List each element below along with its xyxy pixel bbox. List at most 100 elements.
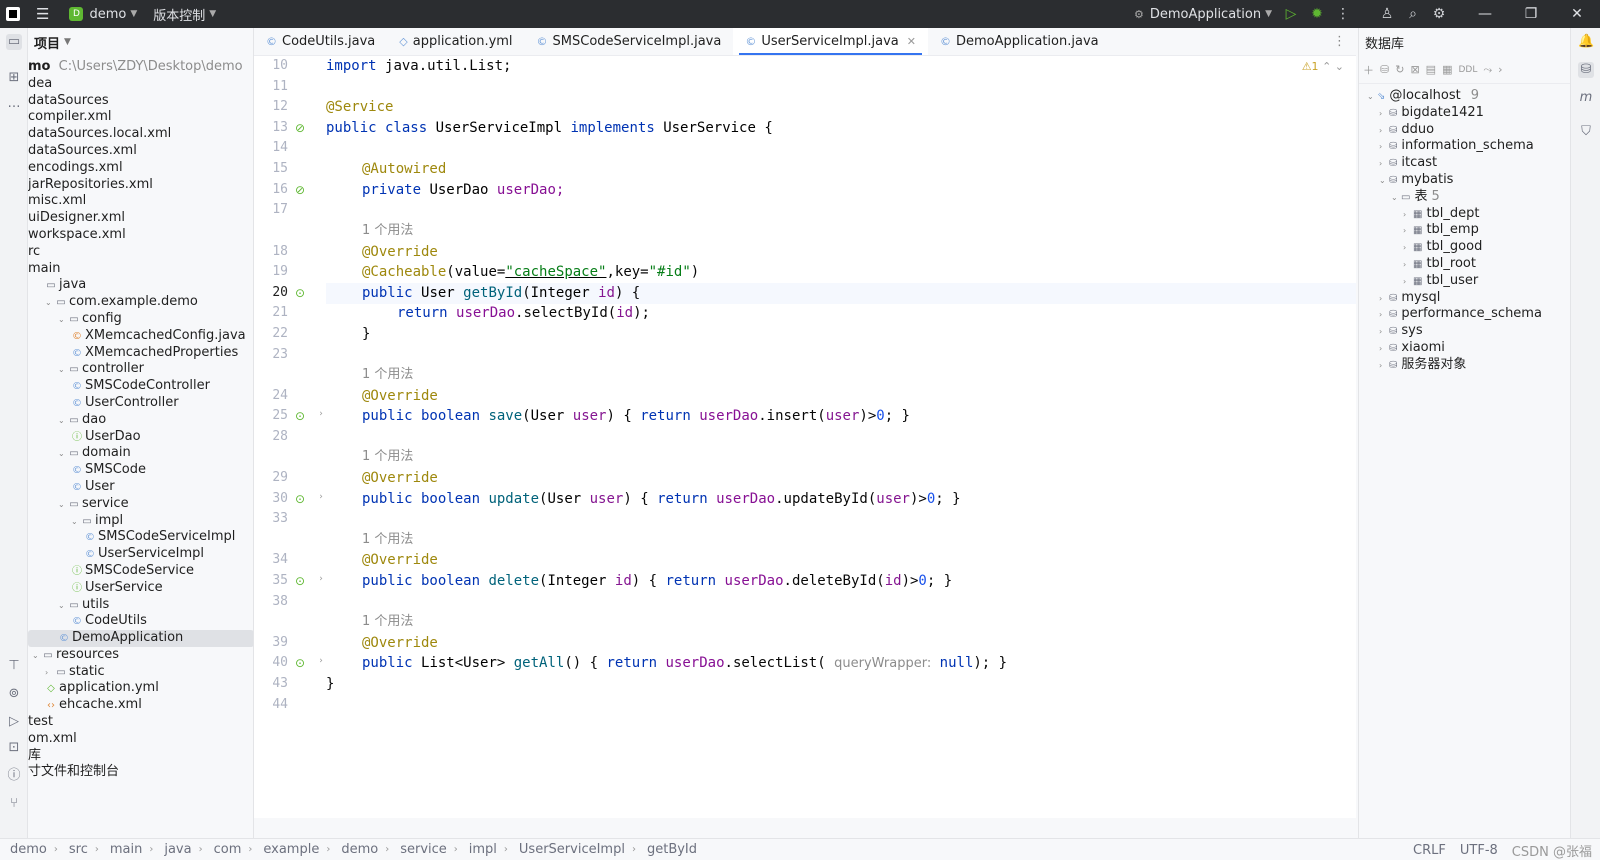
breadcrumb-item[interactable]: getById [647, 842, 697, 857]
db-tables-folder[interactable]: ⌄ ▭ 表 5 [1359, 189, 1571, 206]
vcs-menu[interactable]: 版本控制 ▼ [147, 0, 222, 28]
override-icon[interactable]: ⊙ [292, 655, 308, 671]
db-schema[interactable]: › ⛁ performance_schema [1359, 306, 1571, 323]
tree-item[interactable]: © SMSCode [28, 462, 253, 479]
tree-item[interactable]: main [28, 261, 253, 278]
tree-item[interactable]: compiler.xml [28, 109, 253, 126]
endpoints-icon[interactable]: ⊚ [6, 686, 22, 702]
db-table[interactable]: › ▦ tbl_root [1359, 256, 1571, 273]
db-host[interactable]: ⌄ ⇘ @localhost 9 [1359, 88, 1571, 105]
code-area[interactable]: import java.util.List; @Service public c… [326, 56, 1356, 818]
db-table[interactable]: › ▦ tbl_emp [1359, 222, 1571, 239]
tree-item[interactable]: ◇ application.yml [28, 680, 253, 697]
chevron-right-icon[interactable]: › [1498, 63, 1502, 76]
terminal-icon[interactable]: ⊡ [6, 740, 22, 756]
tree-item[interactable]: © XMemcachedConfig.java [28, 328, 253, 345]
tree-item[interactable]: rc [28, 244, 253, 261]
maven-icon[interactable]: m [1578, 90, 1594, 106]
tree-item[interactable]: misc.xml [28, 193, 253, 210]
chevron-up-icon[interactable]: ⌃ [1322, 60, 1331, 73]
override-icon[interactable]: ⊙ [292, 408, 308, 424]
settings-icon[interactable]: ⚙ [1426, 6, 1452, 22]
usage-hint[interactable]: 1 个用法 [362, 365, 413, 386]
tree-item[interactable]: ▭ java [28, 277, 253, 294]
more-tabs-icon[interactable]: ⋮ [1333, 34, 1346, 49]
tree-item[interactable]: ⓘ SMSCodeService [28, 563, 253, 580]
breadcrumb-item[interactable]: src [69, 842, 88, 857]
override-icon[interactable]: ⊙ [292, 491, 308, 507]
breadcrumb-item[interactable]: com [214, 842, 242, 857]
close-tab-icon[interactable]: ✕ [907, 35, 916, 48]
minimize-button[interactable]: — [1462, 6, 1508, 22]
refresh-icon[interactable]: ↻ [1395, 63, 1404, 76]
chevron-down-icon[interactable]: ⌄ [1335, 60, 1344, 73]
bean-icon[interactable]: ⊘ [292, 120, 308, 136]
breadcrumb-item[interactable]: impl [469, 842, 497, 857]
tree-item[interactable]: ⌄ ▭ dao [28, 412, 253, 429]
project-folder-icon[interactable]: ▭ [6, 34, 22, 50]
inspection-widget[interactable]: ⚠1 ⌃ ⌄ [1302, 60, 1344, 73]
usage-hint[interactable]: 1 个用法 [362, 221, 413, 242]
tree-item[interactable]: ⌄ ▭ controller [28, 361, 253, 378]
tree-item[interactable]: ⌄ ▭ service [28, 496, 253, 513]
override-icon[interactable]: ⊙ [292, 573, 308, 589]
breadcrumb-item[interactable]: java [164, 842, 191, 857]
run-icon[interactable]: ▷ [1278, 6, 1304, 22]
db-schema[interactable]: › ⛁ mysql [1359, 290, 1571, 307]
schema-icon[interactable]: ⊠ [1410, 63, 1419, 76]
tree-item[interactable]: © XMemcachedProperties [28, 345, 253, 362]
db-schema[interactable]: › ⛁ sys [1359, 323, 1571, 340]
project-switcher[interactable]: D demo ▼ [63, 0, 143, 28]
tree-item[interactable]: © CodeUtils [28, 613, 253, 630]
breadcrumb-item[interactable]: service [400, 842, 447, 857]
tree-item[interactable]: dataSources.local.xml [28, 126, 253, 143]
tree-item[interactable]: 寸文件和控制台 [28, 764, 253, 781]
fold-chevron-icon[interactable]: › [316, 409, 326, 419]
services-icon[interactable]: ⊤ [6, 658, 22, 674]
tree-item[interactable]: test [28, 714, 253, 731]
datasource-icon[interactable]: ⛁ [1380, 63, 1389, 76]
bean-icon[interactable]: ⊘ [292, 182, 308, 198]
tree-item[interactable]: © DemoApplication [28, 630, 253, 647]
maximize-button[interactable]: ❐ [1508, 6, 1554, 22]
tree-item[interactable]: ⌄ ▭ resources [28, 647, 253, 664]
search-icon[interactable]: ⌕ [1400, 6, 1426, 22]
tree-item[interactable]: ⌄ ▭ utils [28, 597, 253, 614]
tree-item[interactable]: © User [28, 479, 253, 496]
usage-hint[interactable]: 1 个用法 [362, 612, 413, 633]
tree-item[interactable]: uiDesigner.xml [28, 210, 253, 227]
breadcrumb-item[interactable]: example [263, 842, 319, 857]
tree-item[interactable]: ⌄ ▭ domain [28, 445, 253, 462]
file-encoding[interactable]: UTF-8 [1460, 843, 1498, 858]
tree-item[interactable]: ⌄ ▭ impl [28, 513, 253, 530]
db-schema[interactable]: › ⛁ bigdate1421 [1359, 105, 1571, 122]
tree-item[interactable]: dataSources.xml [28, 143, 253, 160]
tree-item[interactable]: ⓘ UserService [28, 580, 253, 597]
editor-tab[interactable]: © DemoApplication.java [928, 28, 1111, 55]
usage-hint[interactable]: 1 个用法 [362, 530, 413, 551]
db-schema[interactable]: › ⛁ information_schema [1359, 138, 1571, 155]
tree-item[interactable]: © SMSCodeServiceImpl [28, 529, 253, 546]
add-icon[interactable]: ＋ [1363, 62, 1374, 78]
usage-hint[interactable]: 1 个用法 [362, 447, 413, 468]
notifications-icon[interactable]: 🔔 [1578, 34, 1594, 50]
tree-item[interactable]: › ▭ static [28, 664, 253, 681]
line-separator[interactable]: CRLF [1413, 843, 1446, 858]
tree-item[interactable]: © SMSCodeController [28, 378, 253, 395]
fold-chevron-icon[interactable]: › [316, 574, 326, 584]
tree-item[interactable]: jarRepositories.xml [28, 177, 253, 194]
tree-item[interactable]: © UserServiceImpl [28, 546, 253, 563]
tree-item[interactable]: dataSources [28, 93, 253, 110]
breadcrumb-item[interactable]: demo [341, 842, 378, 857]
fold-chevron-icon[interactable]: › [316, 492, 326, 502]
fold-chevron-icon[interactable]: › [316, 656, 326, 666]
run-tool-icon[interactable]: ▷ [6, 714, 22, 730]
tree-item[interactable]: dea [28, 76, 253, 93]
tree-root[interactable]: mo C:\Users\ZDY\Desktop\demo [28, 59, 253, 76]
more-tools-icon[interactable]: … [6, 96, 22, 112]
ddl-button[interactable]: DDL [1458, 65, 1477, 75]
database-icon[interactable]: ⛁ [1578, 62, 1594, 78]
db-table[interactable]: › ▦ tbl_user [1359, 273, 1571, 290]
git-icon[interactable]: ⑂ [6, 796, 22, 812]
app-logo-icon[interactable] [6, 7, 20, 21]
